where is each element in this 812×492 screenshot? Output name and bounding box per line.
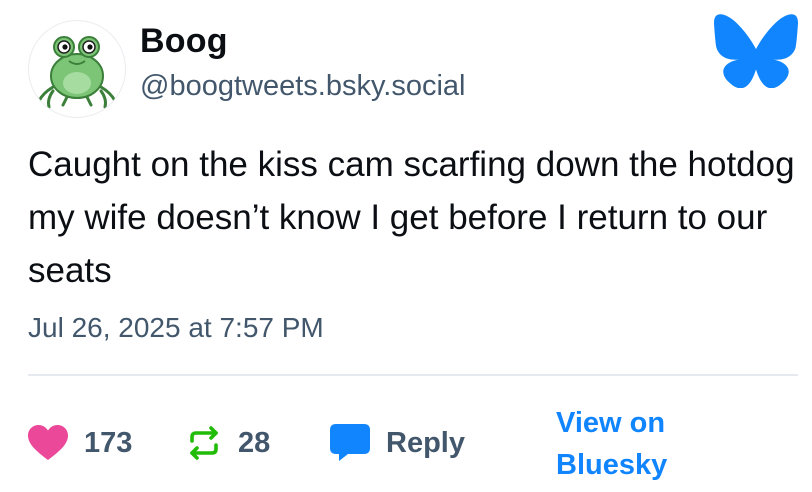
post-timestamp[interactable]: Jul 26, 2025 at 7:57 PM <box>28 312 324 344</box>
author-handle[interactable]: @boogtweets.bsky.social <box>140 70 466 103</box>
frog-avatar-icon <box>37 36 117 109</box>
like-count: 173 <box>84 426 133 459</box>
post-embed-card: Boog @boogtweets.bsky.social Caught on t… <box>0 0 812 492</box>
heart-icon <box>28 425 68 461</box>
repost-count: 28 <box>238 426 271 459</box>
author-avatar[interactable] <box>28 20 126 118</box>
view-on-line1: View on <box>556 407 666 439</box>
reply-label: Reply <box>386 426 465 459</box>
repost-button[interactable]: 28 <box>186 420 270 466</box>
reply-button[interactable]: Reply <box>330 420 465 466</box>
divider <box>28 374 798 376</box>
view-on-bluesky-link[interactable]: View on Bluesky <box>556 402 696 486</box>
like-button[interactable]: 173 <box>28 420 132 466</box>
speech-bubble-icon <box>330 424 370 462</box>
view-on-line2: Bluesky <box>556 449 668 481</box>
author-display-name[interactable]: Boog <box>140 22 228 61</box>
repost-icon <box>186 425 222 461</box>
post-text: Caught on the kiss cam scarfing down the… <box>28 145 795 290</box>
bluesky-butterfly-icon[interactable] <box>714 14 798 89</box>
